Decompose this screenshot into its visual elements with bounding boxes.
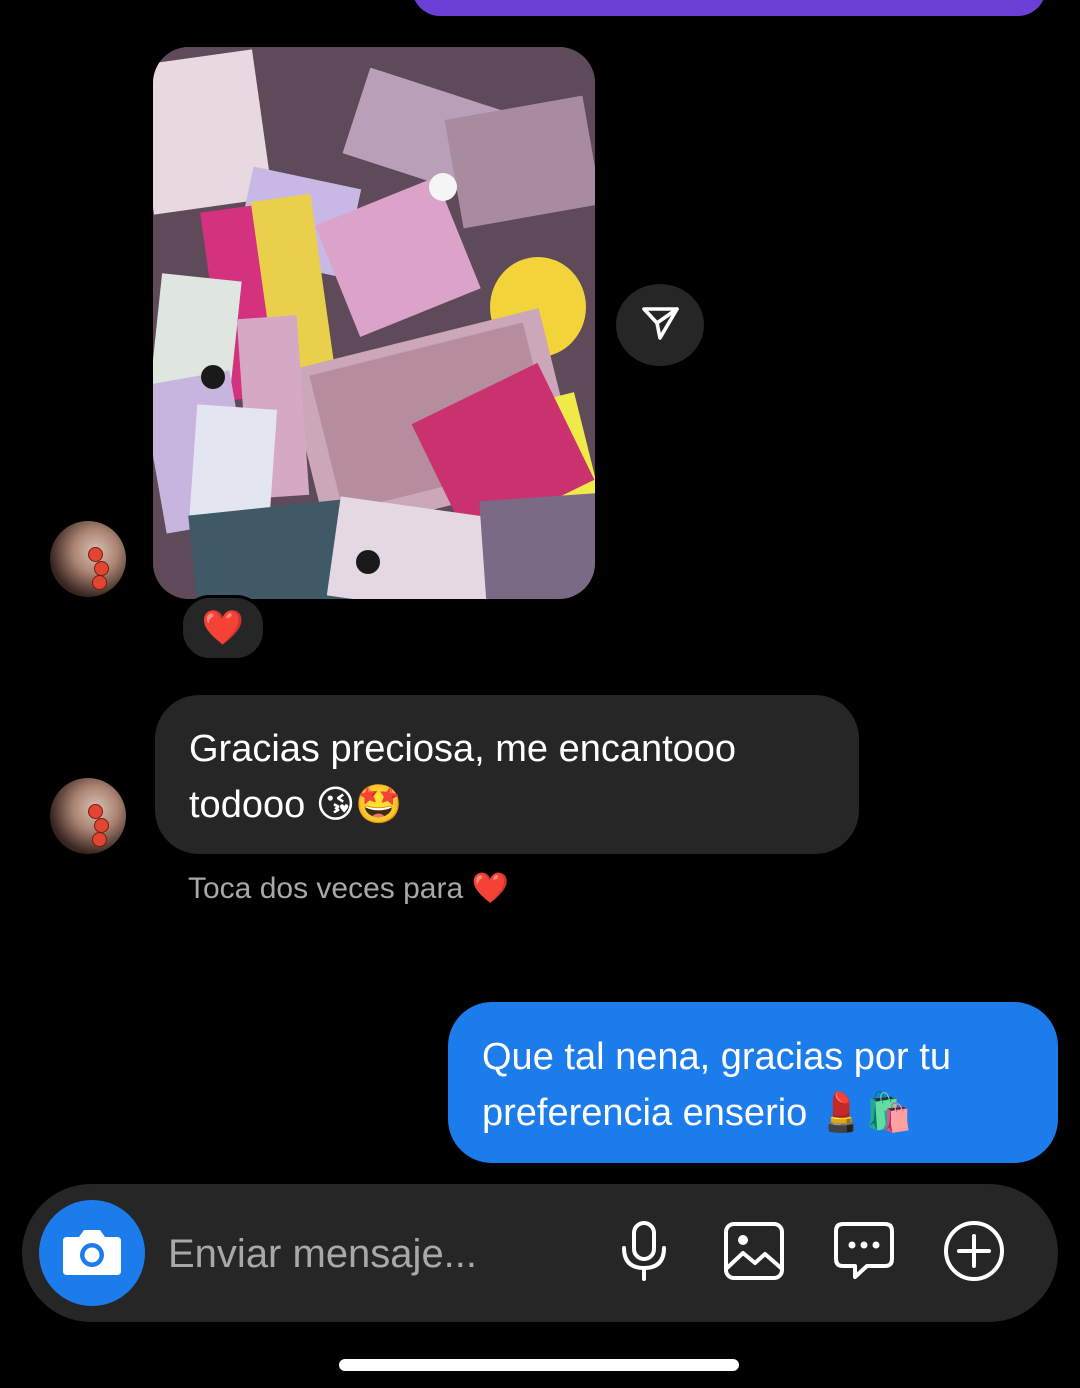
avatar-detail xyxy=(92,832,107,847)
sent-message-line: Que tal nena, gracias por tu xyxy=(482,1036,951,1078)
plus-icon xyxy=(942,1219,1006,1288)
sent-message-line: preferencia enserio 💄🛍️ xyxy=(482,1092,913,1134)
shared-photo[interactable] xyxy=(153,47,595,599)
avatar-detail xyxy=(94,561,109,576)
previous-sent-message-bubble[interactable] xyxy=(412,0,1046,16)
gallery-icon xyxy=(723,1221,785,1286)
share-photo-button[interactable] xyxy=(616,284,704,366)
received-message-line: Gracias preciosa, me encantooo xyxy=(189,728,737,770)
camera-icon xyxy=(61,1225,123,1282)
received-message-line: todooo 😘🤩 xyxy=(189,784,403,826)
message-composer: Enviar mensaje... xyxy=(22,1184,1058,1322)
avatar-detail xyxy=(88,804,103,819)
sender-avatar[interactable] xyxy=(50,778,126,854)
sender-avatar[interactable] xyxy=(50,521,126,597)
home-indicator[interactable] xyxy=(339,1359,739,1371)
voice-message-button[interactable] xyxy=(610,1219,678,1287)
double-tap-hint: Toca dos veces para ❤️ xyxy=(188,872,509,905)
camera-button[interactable] xyxy=(39,1200,145,1306)
message-input[interactable]: Enviar mensaje... xyxy=(168,1230,477,1278)
received-message-bubble[interactable]: Gracias preciosa, me encantooo todooo 😘🤩 xyxy=(155,695,859,854)
avatar-detail xyxy=(88,547,103,562)
more-options-button[interactable] xyxy=(940,1219,1008,1287)
send-icon xyxy=(638,301,682,350)
photo-content xyxy=(153,47,595,599)
dm-thread-screen: ❤️ Gracias preciosa, me encantooo todooo… xyxy=(0,0,1080,1388)
sent-message-bubble[interactable]: Que tal nena, gracias por tu preferencia… xyxy=(448,1002,1058,1163)
sticker-button[interactable] xyxy=(830,1219,898,1287)
avatar-detail xyxy=(92,575,107,590)
gallery-button[interactable] xyxy=(720,1219,788,1287)
heart-icon: ❤️ xyxy=(201,609,245,647)
photo-reaction[interactable]: ❤️ xyxy=(180,595,266,661)
microphone-icon xyxy=(618,1220,670,1287)
sticker-icon xyxy=(833,1221,895,1286)
avatar-detail xyxy=(94,818,109,833)
